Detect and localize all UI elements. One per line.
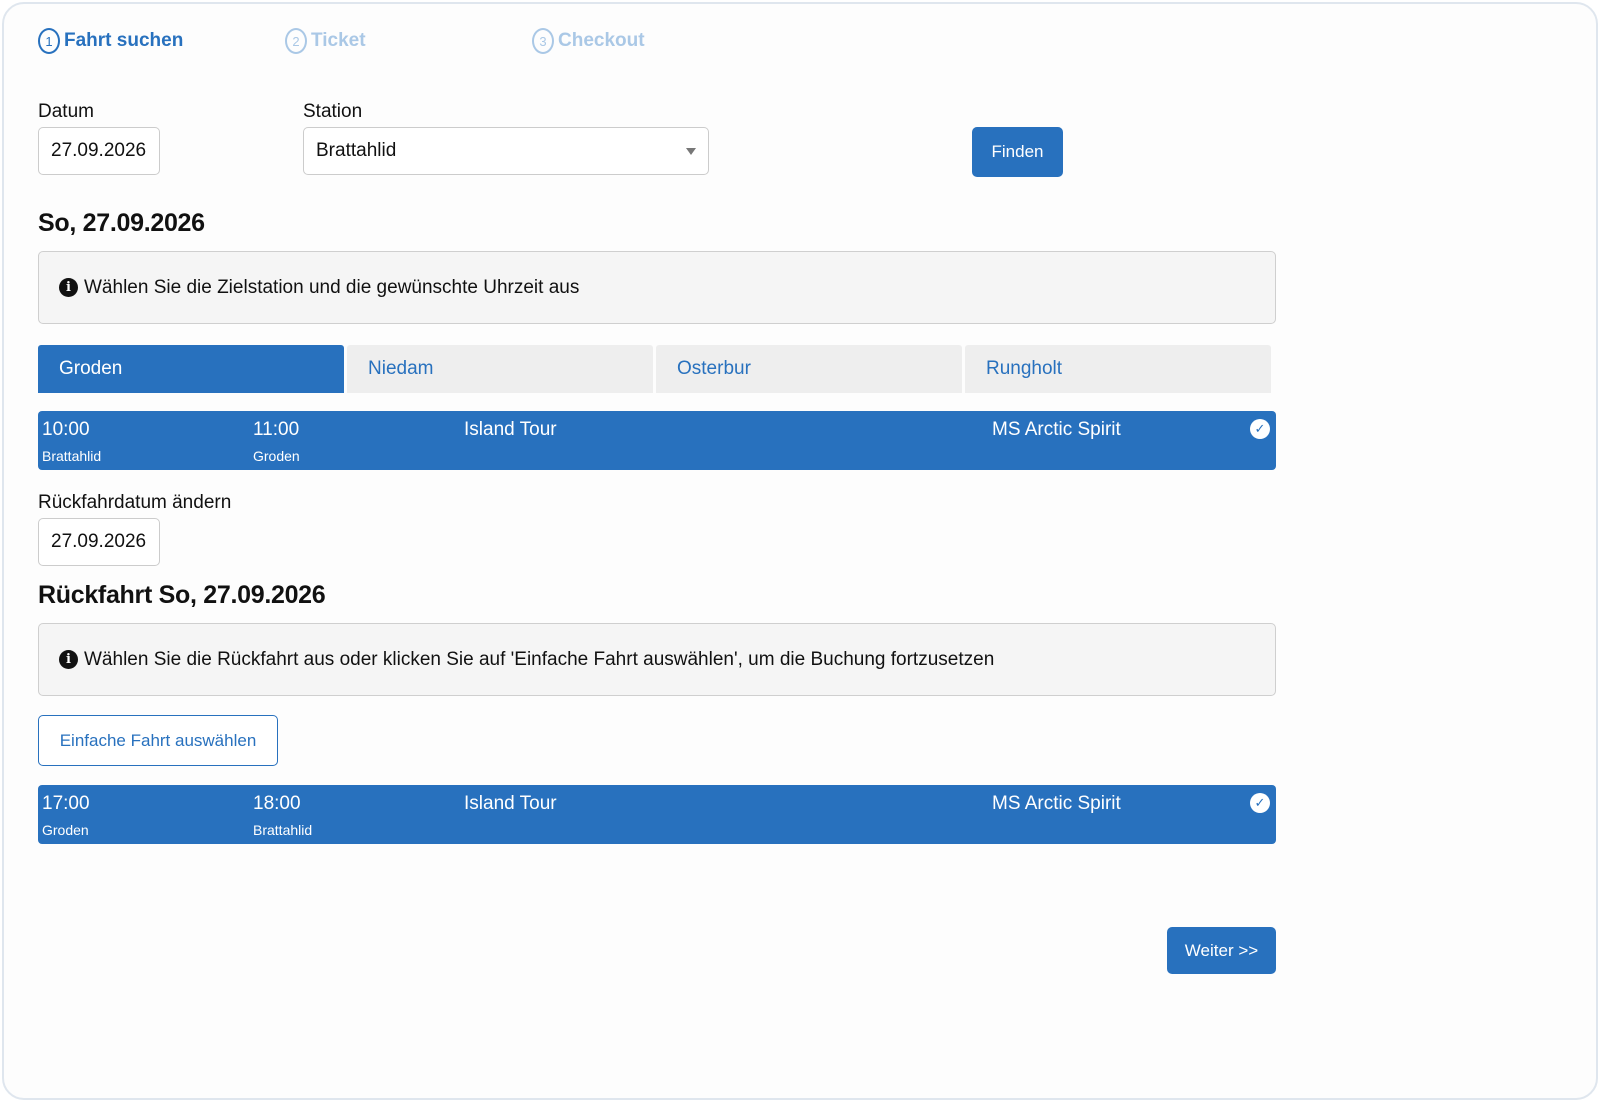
info-text: Wählen Sie die Zielstation und die gewün… [84, 276, 580, 298]
step-search[interactable]: 1 Fahrt suchen [38, 28, 183, 54]
departure-station: Brattahlid [42, 448, 102, 464]
departure-time: 17:00 [42, 793, 90, 814]
tab-osterbur[interactable]: Osterbur [656, 345, 962, 393]
outbound-date-heading: So, 27.09.2026 [38, 209, 205, 237]
step-label: Fahrt suchen [64, 30, 184, 51]
step-label: Ticket [311, 30, 366, 51]
tab-niedam[interactable]: Niedam [347, 345, 653, 393]
step-checkout[interactable]: 3 Checkout [532, 28, 645, 54]
date-label: Datum [38, 101, 94, 122]
ship-name: MS Arctic Spirit [992, 793, 1121, 814]
arrival-time: 11:00 [253, 419, 300, 440]
station-label: Station [303, 101, 363, 122]
departure-time: 10:00 [42, 419, 90, 440]
tour-name: Island Tour [464, 419, 557, 440]
outbound-info-box: i Wählen Sie die Zielstation und die gew… [38, 251, 1276, 324]
info-icon: i [59, 650, 78, 669]
tour-name: Island Tour [464, 793, 557, 814]
step-ticket[interactable]: 2 Ticket [285, 28, 366, 54]
step-number-icon: 3 [532, 28, 554, 54]
single-trip-button[interactable]: Einfache Fahrt auswählen [38, 715, 278, 766]
arrival-station: Brattahlid [253, 822, 313, 838]
outbound-trip-row[interactable]: 10:00 Brattahlid 11:00 Groden Island Tou… [38, 411, 1276, 470]
find-button[interactable]: Finden [972, 127, 1063, 177]
return-info-box: i Wählen Sie die Rückfahrt aus oder klic… [38, 623, 1276, 696]
info-text: Wählen Sie die Rückfahrt aus oder klicke… [84, 648, 995, 670]
next-button[interactable]: Weiter >> [1167, 927, 1276, 974]
ship-name: MS Arctic Spirit [992, 419, 1121, 440]
station-select-value: Brattahlid [316, 140, 397, 161]
step-number-icon: 2 [285, 28, 307, 54]
arrival-time: 18:00 [253, 793, 301, 814]
check-circle-icon: ✓ [1250, 419, 1270, 439]
date-input[interactable]: 27.09.2026 [38, 127, 160, 175]
step-label: Checkout [558, 30, 645, 51]
return-date-label: Rückfahrdatum ändern [38, 492, 232, 513]
check-circle-icon: ✓ [1250, 793, 1270, 813]
info-icon: i [59, 278, 78, 297]
page-frame [2, 2, 1598, 1100]
return-date-heading: Rückfahrt So, 27.09.2026 [38, 581, 326, 609]
chevron-down-icon [686, 148, 696, 155]
departure-station: Groden [42, 822, 89, 838]
station-select[interactable]: Brattahlid [303, 127, 709, 175]
tab-rungholt[interactable]: Rungholt [965, 345, 1271, 393]
return-date-input[interactable]: 27.09.2026 [38, 518, 160, 566]
return-trip-row[interactable]: 17:00 Groden 18:00 Brattahlid Island Tou… [38, 785, 1276, 844]
arrival-station: Groden [253, 448, 300, 464]
tab-groden[interactable]: Groden [38, 345, 344, 393]
step-number-icon: 1 [38, 28, 60, 54]
